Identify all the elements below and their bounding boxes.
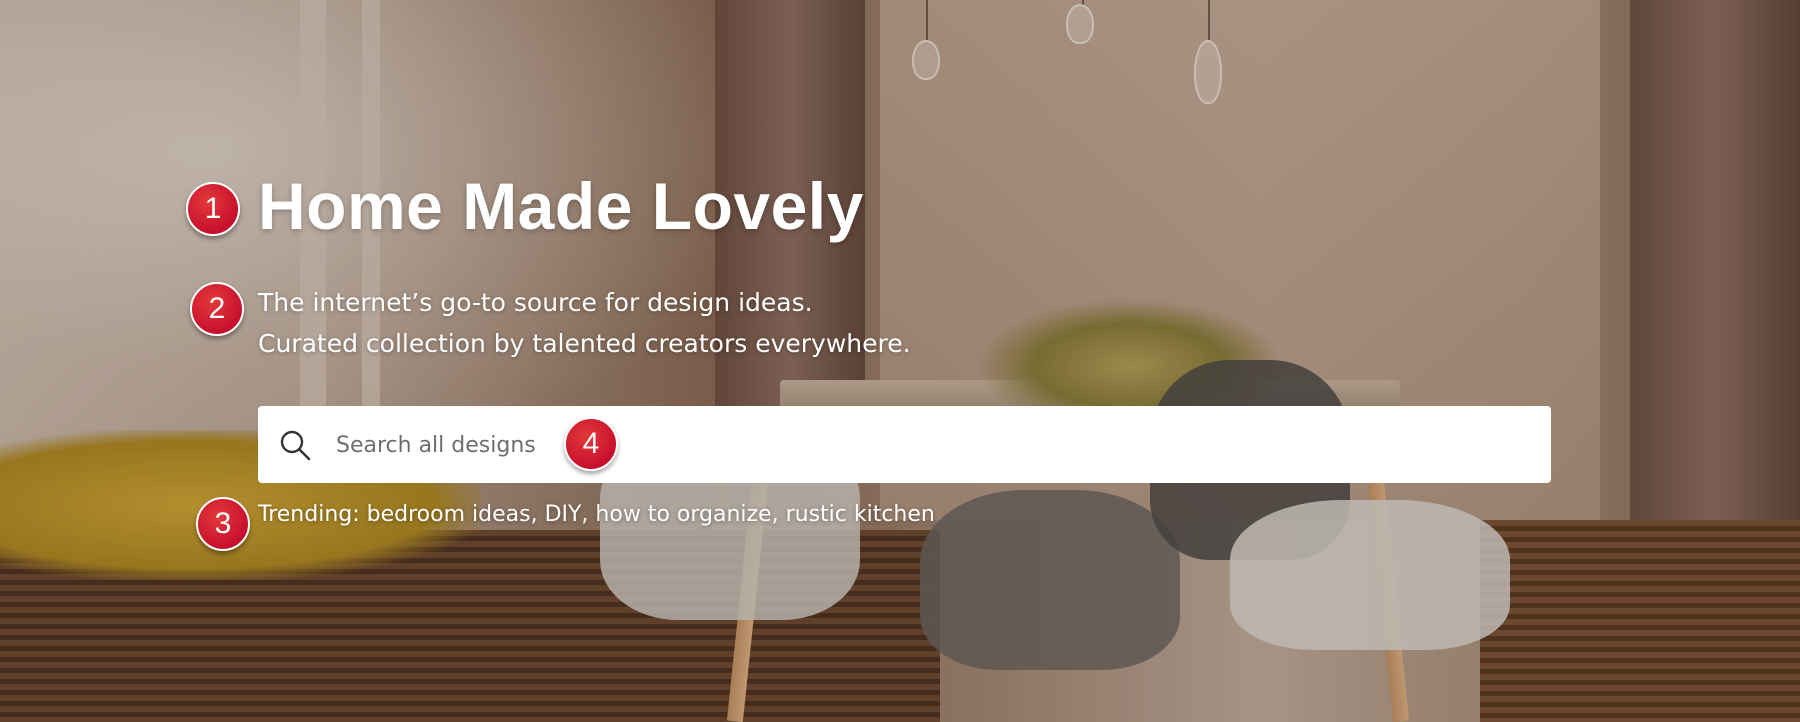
trending-links: Trending: bedroom ideas, DIY, how to org…: [258, 502, 935, 527]
annotation-badge-2: 2: [190, 282, 244, 336]
trending-label: Trending:: [258, 502, 360, 527]
search-icon[interactable]: [278, 428, 312, 462]
search-input[interactable]: [336, 420, 1526, 470]
trending-items[interactable]: bedroom ideas, DIY, how to organize, rus…: [367, 502, 935, 527]
annotation-badge-4: 4: [564, 417, 618, 471]
search-bar[interactable]: [258, 406, 1551, 483]
subtitle-line-1: The internet’s go-to source for design i…: [258, 288, 813, 317]
page-title: Home Made Lovely: [258, 169, 864, 243]
subtitle-line-2: Curated collection by talented creators …: [258, 329, 911, 358]
hero-subtitle: The internet’s go-to source for design i…: [258, 282, 911, 364]
annotation-badge-3: 3: [196, 497, 250, 551]
annotation-badge-1: 1: [186, 182, 240, 236]
